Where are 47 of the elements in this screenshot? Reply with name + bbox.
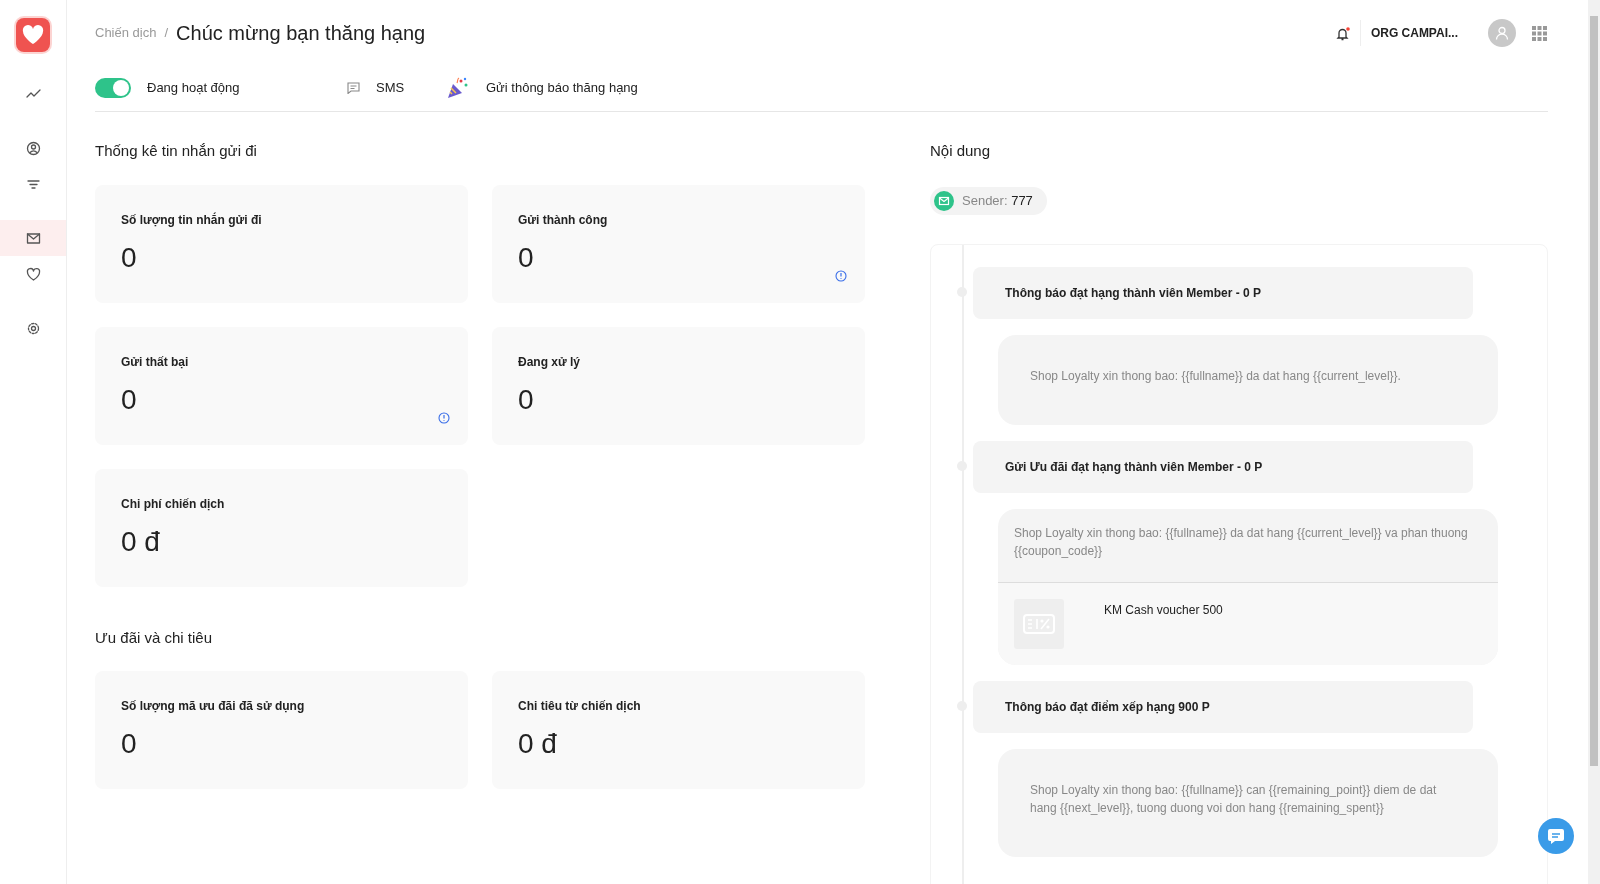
- section-title: Ưu đãi và chi tiêu: [95, 627, 214, 648]
- section-title: Nội dung: [930, 141, 992, 161]
- breadcrumb-link[interactable]: Chiến dịch: [95, 23, 157, 43]
- message-title: Thông báo đạt điểm xếp hạng 900 P: [1005, 700, 1210, 714]
- stat-label: Gửi thành công: [518, 211, 609, 229]
- chat-icon: [1547, 828, 1565, 844]
- message-title: Gửi Ưu đãi đạt hạng thành viên Member - 0 P: [1005, 460, 1263, 474]
- info-icon[interactable]: [438, 411, 450, 424]
- breadcrumb-separator: /: [164, 24, 169, 43]
- stat-value: 0: [518, 240, 535, 275]
- mail-icon: [25, 230, 41, 246]
- user-icon: [25, 140, 41, 156]
- message-body: Shop Loyalty xin thong bao: {{fullname}} da dat hang {{current_level}} va phan thuong {{coupon_code}}: [1013, 525, 1469, 560]
- message-body: Shop Loyalty xin thong bao: {{fullname}} da dat hang {{current_level}}.: [1029, 368, 1402, 385]
- stat-value: 0: [121, 727, 138, 761]
- message-title: Thông báo đạt hạng thành viên Member - 0 P: [1005, 286, 1261, 300]
- org-name: ORG CAMPAI...: [1370, 25, 1458, 42]
- stat-value: 0: [518, 382, 535, 417]
- message-icon: [347, 82, 360, 95]
- heart-icon: [25, 266, 41, 282]
- stat-label: Chi tiêu từ chiến dịch: [518, 698, 642, 715]
- stat-label: Đang xử lý: [518, 353, 582, 371]
- avatar-icon[interactable]: [1488, 19, 1516, 47]
- stat-value: 0 đ: [121, 524, 161, 559]
- channel-label: SMS: [376, 78, 406, 97]
- voucher-name: KM Cash voucher 500: [1104, 602, 1223, 619]
- stat-value: 0: [121, 382, 138, 417]
- stat-label: Số lượng tin nhắn gửi đi: [121, 211, 263, 229]
- status-label: Đang hoạt động: [147, 78, 241, 97]
- campaign-type: Gửi thông báo thăng hạng: [486, 78, 638, 97]
- section-title: Thống kê tin nhắn gửi đi: [95, 141, 258, 161]
- sender-text: Sender: 777: [962, 191, 1033, 210]
- stat-value: 0: [121, 240, 138, 275]
- party-popper-icon: [446, 75, 470, 100]
- stat-label: Số lượng mã ưu đãi đã sử dụng: [121, 698, 306, 715]
- logo-icon: [16, 18, 50, 52]
- chat-button[interactable]: [1538, 818, 1574, 854]
- page-title: Chúc mừng bạn thăng hạng: [176, 21, 426, 46]
- stat-value: 0 đ: [518, 727, 558, 761]
- status-toggle[interactable]: [95, 77, 131, 98]
- scrollbar[interactable]: [1588, 0, 1600, 884]
- sidebar-item[interactable]: [0, 220, 66, 256]
- stat-label: Chi phí chiến dịch: [121, 495, 226, 513]
- stat-label: Gửi thất bại: [121, 353, 190, 371]
- mail-icon: [934, 190, 954, 211]
- info-icon[interactable]: [835, 269, 847, 282]
- message-body: Shop Loyalty xin thong bao: {{fullname}} can {{remaining_point}} diem de dat hang {{next_level}}, tuong duong voi don hang {{remaining_spent}}: [1029, 782, 1438, 817]
